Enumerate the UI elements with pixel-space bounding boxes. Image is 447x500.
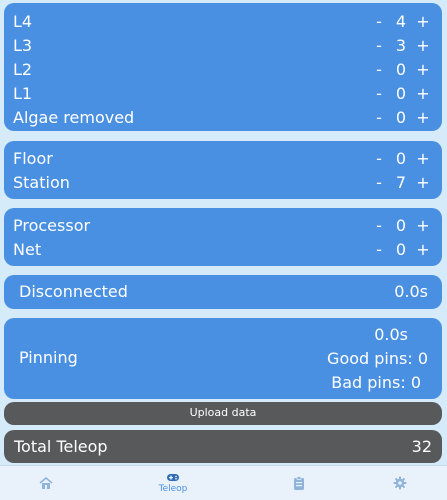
decrement-button[interactable]: -: [372, 84, 386, 103]
counter-label: Processor: [13, 215, 91, 235]
counter-value: 0: [395, 148, 407, 168]
disconnected-time: 0.0s: [394, 282, 428, 301]
counter-row: L4 - 4 +: [13, 9, 430, 33]
counter-row: Floor - 0 +: [13, 146, 430, 170]
counter-value: 0: [395, 83, 407, 103]
counter-label: Floor: [13, 148, 53, 168]
total-label: Total Teleop: [14, 437, 108, 456]
counter-value: 7: [395, 172, 407, 192]
counter-label: Net: [13, 239, 42, 259]
counter-value: 0: [395, 215, 407, 235]
clipboard-icon: [294, 476, 304, 490]
home-icon: [39, 476, 53, 489]
increment-button[interactable]: +: [416, 173, 430, 192]
counter-value: 0: [395, 239, 407, 259]
scoring-group-algae: Processor - 0 + Net - 0 +: [4, 208, 442, 266]
counter-row: L3 - 3 +: [13, 33, 430, 57]
decrement-button[interactable]: -: [372, 216, 386, 235]
nav-item-home[interactable]: [16, 466, 76, 500]
counter-label: Algae removed: [13, 107, 135, 127]
counter-label: Station: [13, 172, 70, 192]
counter-label: L4: [13, 11, 33, 31]
pinning-label: Pinning: [19, 348, 78, 367]
increment-button[interactable]: +: [416, 216, 430, 235]
decrement-button[interactable]: -: [372, 36, 386, 55]
good-pins-count: Good pins: 0: [327, 349, 428, 368]
increment-button[interactable]: +: [416, 84, 430, 103]
nav-item-teleop[interactable]: Teleop: [143, 466, 203, 500]
increment-button[interactable]: +: [416, 240, 430, 259]
increment-button[interactable]: +: [416, 108, 430, 127]
bottom-navigation: Teleop: [0, 465, 447, 500]
counter-row: Algae removed - 0 +: [13, 105, 430, 129]
decrement-button[interactable]: -: [372, 240, 386, 259]
pinning-timer[interactable]: Pinning 0.0s Good pins: 0 Bad pins: 0: [4, 318, 442, 399]
counter-value: 0: [395, 59, 407, 79]
counter-label: L3: [13, 35, 33, 55]
gear-icon: [393, 476, 407, 490]
total-value: 32: [411, 437, 432, 456]
pinning-time: 0.0s: [374, 325, 408, 344]
decrement-button[interactable]: -: [372, 108, 386, 127]
decrement-button[interactable]: -: [372, 60, 386, 79]
counter-label: L1: [13, 83, 33, 103]
decrement-button[interactable]: -: [372, 149, 386, 168]
nav-item-notes[interactable]: [269, 466, 329, 500]
scoring-group-reef: L4 - 4 + L3 - 3 + L2 - 0 + L1 - 0 + Alga…: [4, 3, 442, 131]
decrement-button[interactable]: -: [372, 12, 386, 31]
counter-row: Station - 7 +: [13, 170, 430, 194]
upload-data-button[interactable]: Upload data: [4, 402, 442, 425]
counter-row: L1 - 0 +: [13, 81, 430, 105]
counter-value: 4: [395, 11, 407, 31]
counter-label: L2: [13, 59, 33, 79]
increment-button[interactable]: +: [416, 60, 430, 79]
counter-row: L2 - 0 +: [13, 57, 430, 81]
increment-button[interactable]: +: [416, 12, 430, 31]
decrement-button[interactable]: -: [372, 173, 386, 192]
disconnected-label: Disconnected: [19, 282, 128, 301]
increment-button[interactable]: +: [416, 149, 430, 168]
total-teleop-bar: Total Teleop 32: [4, 430, 442, 463]
scoring-group-coral-source: Floor - 0 + Station - 7 +: [4, 141, 442, 199]
counter-value: 0: [395, 107, 407, 127]
upload-data-label: Upload data: [189, 406, 257, 419]
nav-item-settings[interactable]: [370, 466, 430, 500]
counter-row: Net - 0 +: [13, 237, 430, 261]
bad-pins-count: Bad pins: 0: [331, 373, 421, 392]
nav-item-label: Teleop: [158, 484, 188, 494]
disconnected-timer[interactable]: Disconnected 0.0s: [4, 275, 442, 309]
gamepad-icon: [167, 474, 179, 481]
increment-button[interactable]: +: [416, 36, 430, 55]
counter-row: Processor - 0 +: [13, 213, 430, 237]
counter-value: 3: [395, 35, 407, 55]
